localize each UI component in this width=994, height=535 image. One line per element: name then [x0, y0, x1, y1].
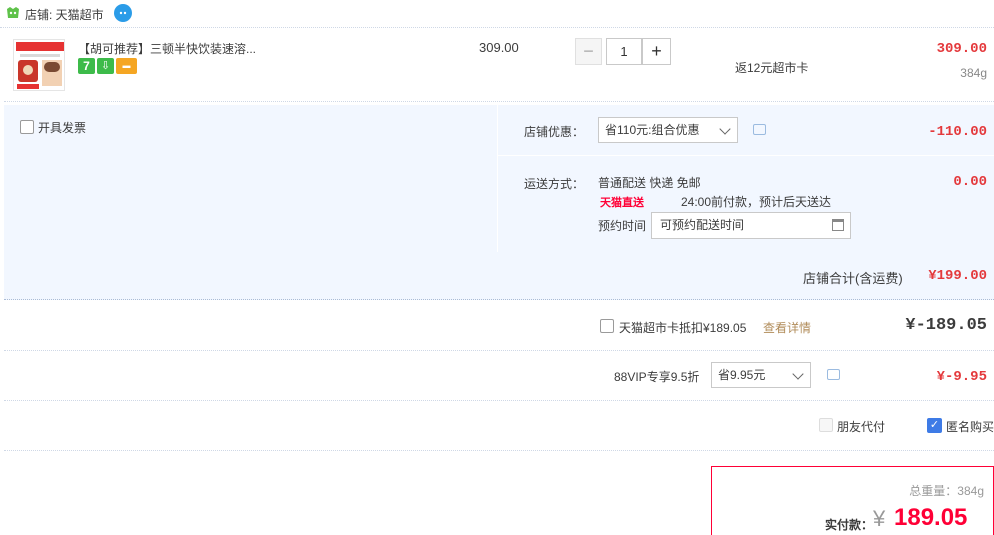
quantity-stepper: − 1 +: [575, 38, 671, 65]
appointment-time-value: 可预约配送时间: [660, 218, 745, 232]
shop-icon: [7, 7, 19, 18]
message-icon[interactable]: [827, 369, 840, 380]
tmall-direct-logo: 天猫直送: [600, 197, 644, 209]
anonymous-purchase-label[interactable]: 匿名购买: [946, 418, 994, 435]
actual-payment-value: 189.05: [894, 504, 968, 531]
shop-header: [0, 0, 994, 28]
quantity-decrement-button[interactable]: −: [575, 38, 602, 65]
shipping-amount: 0.00: [953, 174, 987, 190]
vip-discount-select[interactable]: 省9.95元: [711, 362, 811, 388]
item-divider: [4, 101, 994, 102]
shop-promo-amount: -110.00: [928, 124, 987, 140]
supermarket-card-label[interactable]: 天猫超市卡抵扣¥189.05: [619, 319, 746, 336]
shipping-label: 运送方式：: [524, 177, 585, 191]
wangwang-chat-icon[interactable]: [114, 4, 132, 22]
delivery-estimate: 24:00前付款，预计后天送达: [681, 195, 832, 209]
product-title[interactable]: 【胡可推荐】三顿半快饮装速溶...: [78, 40, 256, 57]
seven-day-return-icon[interactable]: 7: [78, 58, 95, 74]
shop-promo-label: 店铺优惠：: [524, 125, 585, 139]
panel-divider: [497, 105, 498, 252]
quantity-input[interactable]: 1: [606, 38, 642, 65]
appointment-time-input[interactable]: 可预约配送时间: [651, 212, 851, 239]
message-icon[interactable]: [753, 124, 766, 135]
product-thumbnail[interactable]: [13, 39, 65, 91]
shop-total-label: 店铺合计(含运费): [803, 271, 903, 286]
shipping-method: 普通配送 快递 免邮: [598, 176, 701, 190]
chevron-down-icon: [792, 368, 804, 380]
row-divider: [4, 450, 994, 451]
item-line-total: 309.00: [936, 41, 987, 57]
actual-payment-label: 实付款：: [825, 518, 874, 532]
row-divider: [4, 400, 994, 401]
item-weight: 384g: [960, 66, 987, 80]
vip-discount-amount: ¥-9.95: [936, 369, 987, 385]
view-details-link[interactable]: 查看详情: [763, 319, 811, 336]
appointment-label: 预约时间: [598, 219, 647, 233]
friend-pay-checkbox[interactable]: [819, 418, 833, 432]
vip-discount-label: 88VIP专享9.5折: [614, 370, 700, 384]
shop-promo-selected: 省110元:组合优惠: [605, 123, 700, 137]
delivery-guarantee-icon[interactable]: ⇩: [97, 58, 114, 74]
invoice-checkbox[interactable]: [20, 120, 34, 134]
vip-discount-selected: 省9.95元: [718, 368, 766, 382]
supermarket-card-rebate: 返12元超市卡: [735, 61, 809, 75]
currency-symbol: ¥: [873, 506, 886, 531]
panel-divider: [498, 155, 994, 156]
invoice-label[interactable]: 开具发票: [38, 119, 86, 136]
total-weight: 总重量：384g: [909, 484, 984, 498]
shop-promo-select[interactable]: 省110元:组合优惠: [598, 117, 738, 143]
row-divider: [4, 350, 994, 351]
anonymous-purchase-checkbox[interactable]: ✓: [927, 418, 942, 433]
unit-price: 309.00: [479, 40, 519, 55]
friend-pay-label[interactable]: 朋友代付: [837, 418, 885, 435]
calendar-icon[interactable]: [832, 219, 844, 231]
supermarket-card-checkbox[interactable]: [600, 319, 614, 333]
shop-name[interactable]: 店铺: 天猫超市: [25, 6, 104, 23]
chevron-down-icon: [719, 123, 731, 135]
card-payment-icon[interactable]: ▬: [116, 58, 137, 74]
supermarket-card-amount: ¥-189.05: [905, 316, 987, 335]
shop-total-value: ¥199.00: [928, 268, 987, 284]
quantity-increment-button[interactable]: +: [642, 38, 671, 65]
